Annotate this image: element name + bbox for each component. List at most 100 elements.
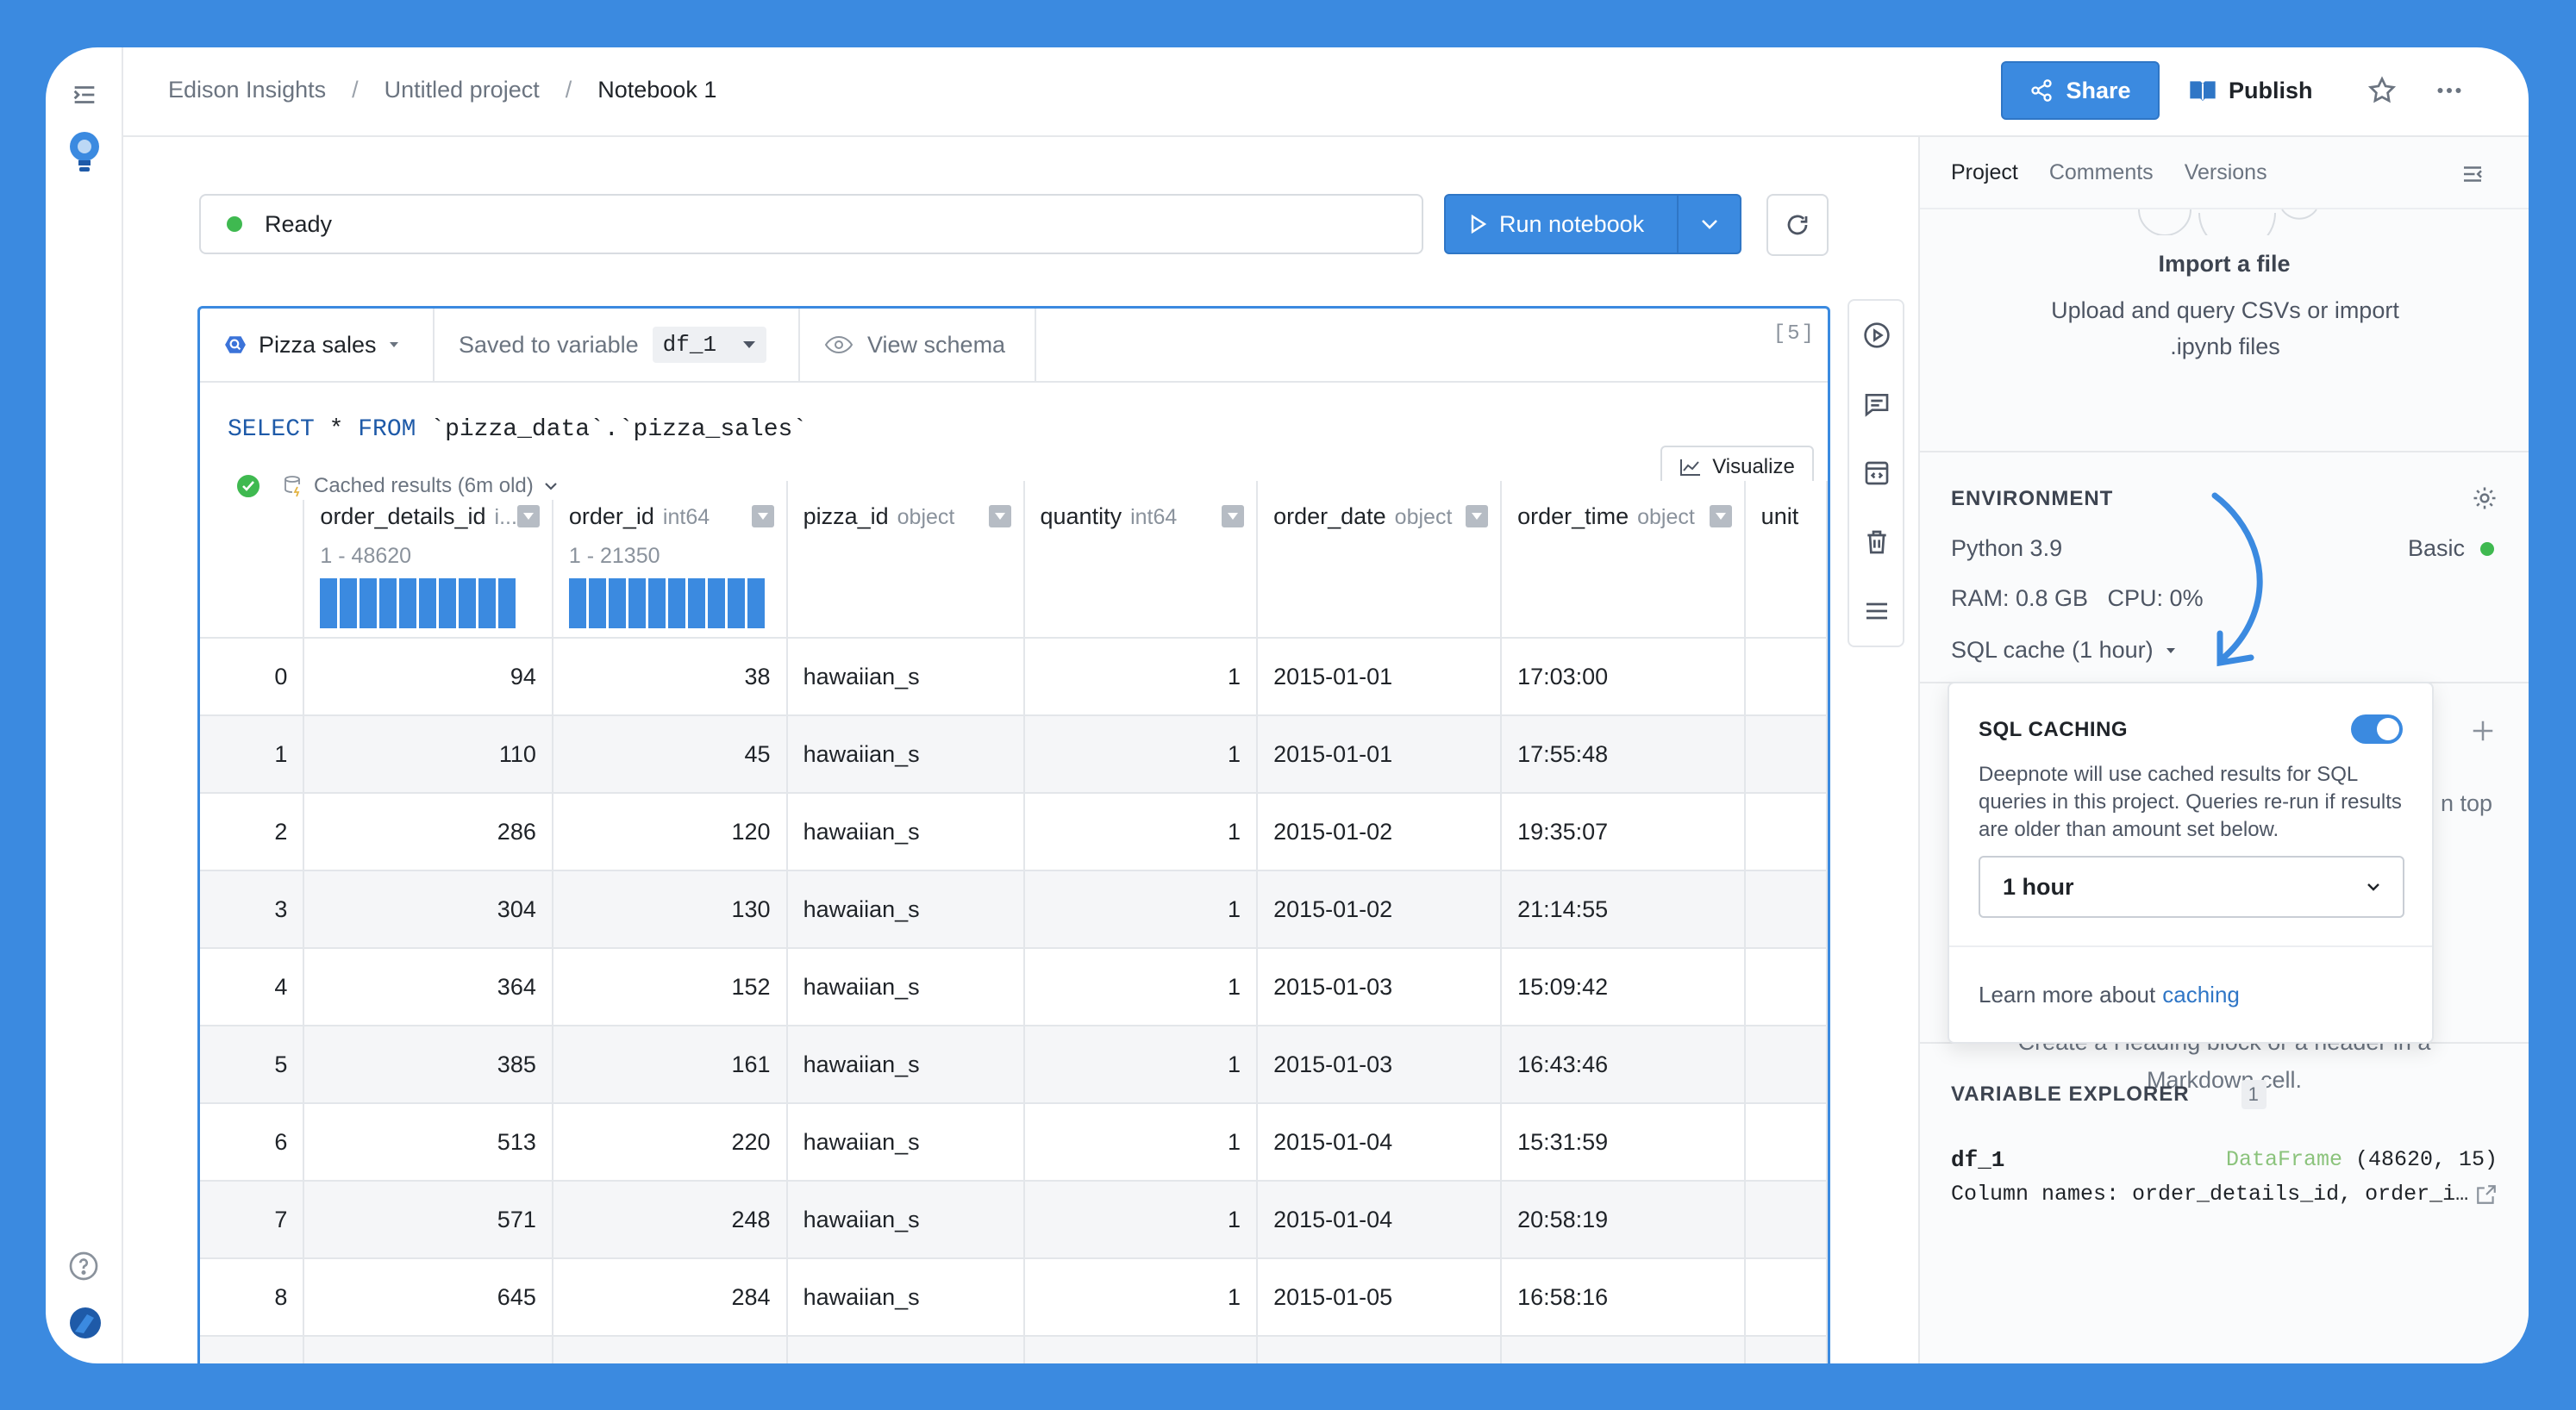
variable-shape: (48620, 15) xyxy=(2342,1147,2498,1172)
table-row[interactable]: 0 94 38 hawaiian_s 1 2015-01-01 17:03:00 xyxy=(200,638,1828,716)
column-menu-icon[interactable] xyxy=(988,505,1011,527)
more-options-icon[interactable] xyxy=(2434,75,2465,106)
menu-icon[interactable] xyxy=(1863,597,1891,625)
plus-icon[interactable] xyxy=(2470,718,2496,744)
import-title: Import a file xyxy=(2158,251,2291,277)
row-index: 8 xyxy=(200,1258,305,1337)
environment-title: ENVIRONMENT xyxy=(1951,487,2114,510)
table-row[interactable]: 7 571 248 hawaiian_s 1 2015-01-04 20:58:19 xyxy=(200,1181,1828,1259)
column-menu-icon[interactable] xyxy=(1466,505,1489,527)
sql-cache-dropdown[interactable]: SQL cache (1 hour) xyxy=(1951,637,2176,664)
view-schema-button[interactable]: View schema xyxy=(800,309,1036,381)
table-cell: hawaiian_s xyxy=(786,1336,1025,1363)
column-menu-icon[interactable] xyxy=(516,505,540,527)
table-cell: 1 xyxy=(1023,948,1259,1026)
sql-cell[interactable]: Pizza sales Saved to variable df_1 View … xyxy=(197,306,1830,1363)
breadcrumb-project[interactable]: Untitled project xyxy=(385,77,540,103)
help-icon[interactable] xyxy=(68,1251,99,1282)
variable-name: df_1 xyxy=(662,332,717,358)
table-row[interactable]: 5 385 161 hawaiian_s 1 2015-01-03 16:43:46 xyxy=(200,1026,1828,1104)
top-bar: Edison Insights / Untitled project / Not… xyxy=(123,47,2529,137)
share-button[interactable]: Share xyxy=(2001,61,2160,120)
column-header[interactable]: unit xyxy=(1744,481,1828,639)
tab-comments[interactable]: Comments xyxy=(2049,160,2154,185)
trash-icon[interactable] xyxy=(1863,528,1891,556)
column-header[interactable]: order_id int64 1 - 21350 xyxy=(552,481,788,639)
table-cell: 571 xyxy=(303,1181,553,1259)
run-options-dropdown[interactable] xyxy=(1679,218,1740,230)
tab-project[interactable]: Project xyxy=(1951,160,2018,185)
table-cell: 17:55:48 xyxy=(1501,715,1746,794)
cached-results-dropdown[interactable]: Cached results (6m old) xyxy=(274,472,566,500)
column-header[interactable]: order_details_id i... 1 - 48620 xyxy=(303,481,553,639)
column-header[interactable]: order_time object xyxy=(1501,481,1746,639)
caret-down-icon xyxy=(389,342,398,347)
run-cell-icon[interactable] xyxy=(1863,321,1891,349)
table-cell: 284 xyxy=(552,1258,788,1337)
open-external-icon[interactable] xyxy=(2475,1183,2498,1206)
caching-docs-link[interactable]: caching xyxy=(2162,982,2240,1008)
column-header[interactable]: pizza_id object xyxy=(786,481,1025,639)
restart-button[interactable] xyxy=(1766,194,1829,256)
variable-name-select[interactable]: df_1 xyxy=(652,327,767,363)
variable-name[interactable]: df_1 xyxy=(1951,1147,2004,1173)
column-header[interactable]: quantity int64 xyxy=(1023,481,1259,639)
deepnote-logo-icon[interactable] xyxy=(68,1306,103,1340)
row-index: 6 xyxy=(200,1103,305,1182)
table-row[interactable]: 1 110 45 hawaiian_s 1 2015-01-01 17:55:48 xyxy=(200,715,1828,794)
sql-editor[interactable]: SELECT * FROM `pizza_data`.`pizza_sales` xyxy=(228,416,807,443)
table-cell: 20:07:58 xyxy=(1501,1336,1746,1363)
row-index: 2 xyxy=(200,793,305,871)
gear-icon[interactable] xyxy=(2472,485,2498,511)
python-version[interactable]: Python 3.9 xyxy=(1951,535,2062,562)
column-menu-icon[interactable] xyxy=(751,505,774,527)
code-block-icon[interactable] xyxy=(1863,459,1891,487)
import-file-dropzone[interactable]: Import a file Upload and query CSVs or i… xyxy=(1920,209,2529,452)
collapse-panel-icon[interactable] xyxy=(2460,161,2485,187)
table-row[interactable]: 8 645 284 hawaiian_s 1 2015-01-05 16:58:16 xyxy=(200,1258,1828,1337)
popover-title: SQL CACHING xyxy=(1979,718,2129,741)
popover-description: Deepnote will use cached results for SQL… xyxy=(1979,763,2402,841)
run-notebook-main[interactable]: Run notebook xyxy=(1446,196,1679,253)
table-cell: 385 xyxy=(303,1026,553,1104)
table-row[interactable]: 4 364 152 hawaiian_s 1 2015-01-03 15:09:42 xyxy=(200,948,1828,1026)
chevron-down-icon xyxy=(1701,220,1717,229)
caret-down-icon xyxy=(2166,647,2175,653)
table-header-row: order_details_id i... 1 - 48620 order_id i… xyxy=(200,481,1828,639)
app-window: Edison Insights / Untitled project / Not… xyxy=(46,47,2529,1363)
table-cell: 120 xyxy=(552,793,788,871)
comment-icon[interactable] xyxy=(1863,390,1891,418)
table-cell: 2015-01-03 xyxy=(1257,1026,1503,1104)
machine-tier[interactable]: Basic xyxy=(2408,535,2494,562)
sql-caching-toggle[interactable] xyxy=(2351,714,2403,744)
publish-button[interactable]: Publish xyxy=(2189,61,2313,120)
workspace-bulb-icon[interactable] xyxy=(65,129,104,178)
column-header[interactable]: order_date object xyxy=(1257,481,1503,639)
tab-versions[interactable]: Versions xyxy=(2185,160,2267,185)
column-menu-icon[interactable] xyxy=(1222,505,1245,527)
table-cell: hawaiian_s xyxy=(786,793,1025,871)
column-menu-icon[interactable] xyxy=(1709,505,1732,527)
table-cell: 19:35:07 xyxy=(1501,793,1746,871)
expand-sidebar-icon[interactable] xyxy=(70,80,99,109)
variable-type-name: DataFrame xyxy=(2225,1147,2342,1172)
table-cell: 152 xyxy=(552,948,788,1026)
table-cell: 2015-01-05 xyxy=(1257,1258,1503,1337)
table-row[interactable]: 9690304hawaiian_s12015-01-0520:07:58 xyxy=(200,1336,1828,1363)
cache-duration-select[interactable]: 1 hour xyxy=(1979,856,2404,918)
table-cell xyxy=(1744,793,1828,871)
row-index: 3 xyxy=(200,870,305,949)
datasource-select[interactable]: Pizza sales xyxy=(200,309,435,381)
breadcrumb-workspace[interactable]: Edison Insights xyxy=(168,77,326,103)
table-row[interactable]: 6 513 220 hawaiian_s 1 2015-01-04 15:31:59 xyxy=(200,1103,1828,1182)
table-cell: 1 xyxy=(1023,638,1259,716)
sql-cache-label: SQL cache (1 hour) xyxy=(1951,637,2154,663)
table-cell xyxy=(1744,1181,1828,1259)
table-row[interactable]: 2 286 120 hawaiian_s 1 2015-01-02 19:35:07 xyxy=(200,793,1828,871)
run-notebook-button[interactable]: Run notebook xyxy=(1444,194,1741,254)
breadcrumb-notebook[interactable]: Notebook 1 xyxy=(597,77,716,103)
star-icon[interactable] xyxy=(2367,75,2398,106)
table-row[interactable]: 3 304 130 hawaiian_s 1 2015-01-02 21:14:55 xyxy=(200,870,1828,949)
status-text: Ready xyxy=(265,210,333,237)
table-cell: 1 xyxy=(1023,1026,1259,1104)
